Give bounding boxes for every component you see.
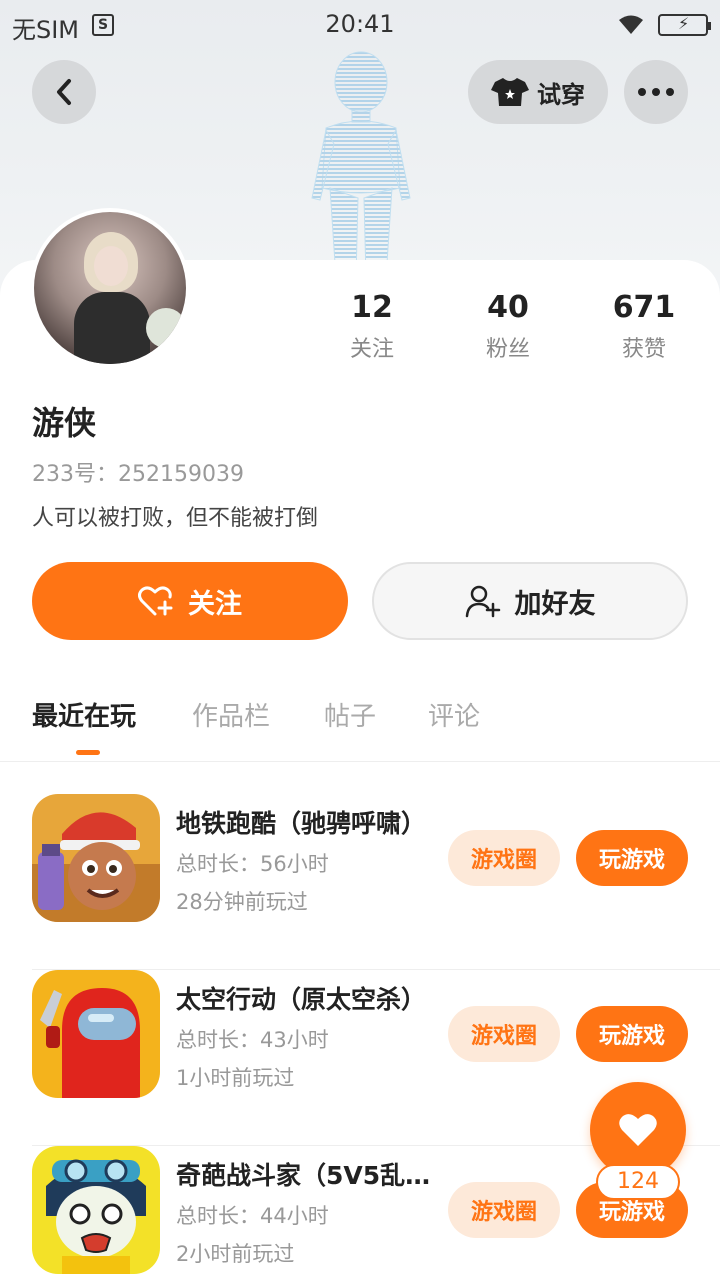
user-bio: 人可以被打败，但不能被打倒 bbox=[32, 506, 319, 531]
stat-value: 40 bbox=[487, 290, 529, 325]
game-title: 奇葩战斗家（5V5乱斗） bbox=[176, 1161, 432, 1190]
back-button[interactable] bbox=[32, 60, 96, 124]
tab-posts[interactable]: 帖子 bbox=[324, 696, 376, 733]
game-circle-button[interactable]: 游戏圈 bbox=[448, 1006, 560, 1062]
game-last-played: 1小时前玩过 bbox=[176, 1066, 295, 1090]
game-circle-button[interactable]: 游戏圈 bbox=[448, 1182, 560, 1238]
more-button[interactable] bbox=[624, 60, 688, 124]
tab-comments[interactable]: 评论 bbox=[428, 696, 480, 733]
game-last-played: 2小时前玩过 bbox=[176, 1242, 295, 1266]
game-duration: 总时长：43小时 bbox=[176, 1028, 329, 1052]
stat-label: 粉丝 bbox=[485, 337, 530, 362]
stat-value: 12 bbox=[351, 290, 393, 325]
user-id: 233号：252159039 bbox=[32, 462, 244, 487]
game-icon-weird-fighter bbox=[32, 1146, 160, 1274]
chevron-left-icon bbox=[57, 79, 71, 105]
stat-label: 关注 bbox=[349, 337, 394, 362]
stat-following[interactable]: 12 关注 bbox=[302, 290, 442, 363]
tab-indicator bbox=[76, 750, 100, 755]
list-item[interactable]: 地铁跑酷（驰骋呼啸） 总时长：56小时 28分钟前玩过 游戏圈 玩游戏 bbox=[0, 794, 720, 970]
tab-recent-play[interactable]: 最近在玩 bbox=[32, 696, 136, 733]
avatar-image bbox=[34, 212, 186, 364]
game-title: 太空行动（原太空杀） bbox=[176, 985, 427, 1014]
follow-button[interactable]: 关注 bbox=[32, 562, 348, 640]
try-on-label: 试穿 bbox=[537, 80, 585, 109]
heart-plus-icon bbox=[138, 586, 173, 616]
play-game-button[interactable]: 玩游戏 bbox=[576, 1006, 688, 1062]
battery-icon: ⚡ bbox=[658, 14, 711, 36]
more-dots-icon bbox=[638, 88, 674, 96]
avatar[interactable] bbox=[30, 208, 190, 368]
status-bar: 无SIM S 20:41 ⚡ bbox=[0, 0, 720, 50]
game-circle-button[interactable]: 游戏圈 bbox=[448, 830, 560, 886]
add-friend-button[interactable]: 加好友 bbox=[372, 562, 688, 640]
game-title: 地铁跑酷（驰骋呼啸） bbox=[176, 809, 427, 838]
add-friend-label: 加好友 bbox=[514, 588, 596, 620]
tshirt-icon bbox=[491, 78, 529, 106]
avatar-figure-hologram bbox=[311, 51, 411, 278]
game-icon-subway bbox=[32, 794, 160, 922]
like-count: 124 bbox=[596, 1164, 680, 1200]
profile-stats: 12 关注 40 粉丝 671 获赞 bbox=[300, 290, 720, 370]
profile-tabs: 最近在玩 作品栏 帖子 评论 bbox=[0, 696, 720, 762]
user-plus-icon bbox=[465, 585, 500, 618]
clock: 20:41 bbox=[325, 10, 395, 38]
game-duration: 总时长：44小时 bbox=[176, 1204, 329, 1228]
play-game-button[interactable]: 玩游戏 bbox=[576, 830, 688, 886]
heart-icon bbox=[619, 1114, 657, 1146]
try-on-button[interactable]: 试穿 bbox=[468, 60, 608, 124]
stat-label: 获赞 bbox=[621, 337, 666, 362]
stat-followers[interactable]: 40 粉丝 bbox=[438, 290, 578, 363]
stat-likes[interactable]: 671 获赞 bbox=[574, 290, 714, 363]
stat-value: 671 bbox=[612, 290, 676, 325]
tab-works[interactable]: 作品栏 bbox=[192, 696, 270, 733]
game-icon-space-action bbox=[32, 970, 160, 1098]
game-duration: 总时长：56小时 bbox=[176, 852, 329, 876]
follow-label: 关注 bbox=[188, 588, 242, 620]
game-last-played: 28分钟前玩过 bbox=[176, 890, 308, 914]
wifi-icon bbox=[619, 15, 643, 34]
username: 游侠 bbox=[32, 404, 97, 442]
